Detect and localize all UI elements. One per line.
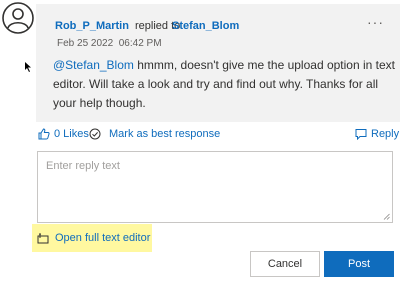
likes-count: 0 Likes (54, 128, 89, 140)
mark-best-response-button[interactable]: Mark as best response (89, 128, 220, 140)
resize-grip-icon[interactable] (383, 213, 390, 220)
check-circle-icon (89, 128, 101, 140)
mention-link[interactable]: @Stefan_Blom (53, 58, 134, 72)
more-options-icon[interactable]: ··· (367, 14, 384, 30)
replied-to-user-link[interactable]: Stefan_Blom (172, 20, 239, 32)
reply-input-container (37, 151, 393, 223)
post-timestamp: Feb 25 2022 06:42 PM (57, 38, 162, 49)
message-body: @Stefan_Blom hmmm, doesn't give me the u… (53, 56, 397, 113)
post-time: 06:42 PM (118, 38, 162, 49)
reply-text-input[interactable] (38, 152, 392, 222)
message-bubble: Rob_P_Martin replied to Stefan_Blom ··· … (36, 4, 400, 122)
cancel-button[interactable]: Cancel (250, 251, 320, 277)
post-date: Feb 25 2022 (57, 38, 114, 49)
reply-label: Reply (371, 128, 400, 140)
thumbs-up-icon (38, 128, 50, 140)
text-editor-icon (37, 233, 49, 243)
post-actions: 0 Likes Mark as best response Reply (36, 128, 400, 144)
reply-button[interactable]: Reply (355, 128, 399, 140)
post-button[interactable]: Post (324, 251, 394, 277)
open-full-text-editor-link[interactable]: Open full text editor (32, 224, 152, 252)
like-button[interactable]: 0 Likes (38, 128, 89, 140)
reply-speech-icon (355, 129, 367, 140)
user-avatar-icon[interactable] (2, 2, 34, 34)
best-response-label: Mark as best response (109, 128, 221, 140)
open-full-text-editor-label: Open full text editor (55, 232, 151, 244)
author-link[interactable]: Rob_P_Martin (55, 20, 129, 32)
mouse-cursor-icon (25, 62, 31, 72)
